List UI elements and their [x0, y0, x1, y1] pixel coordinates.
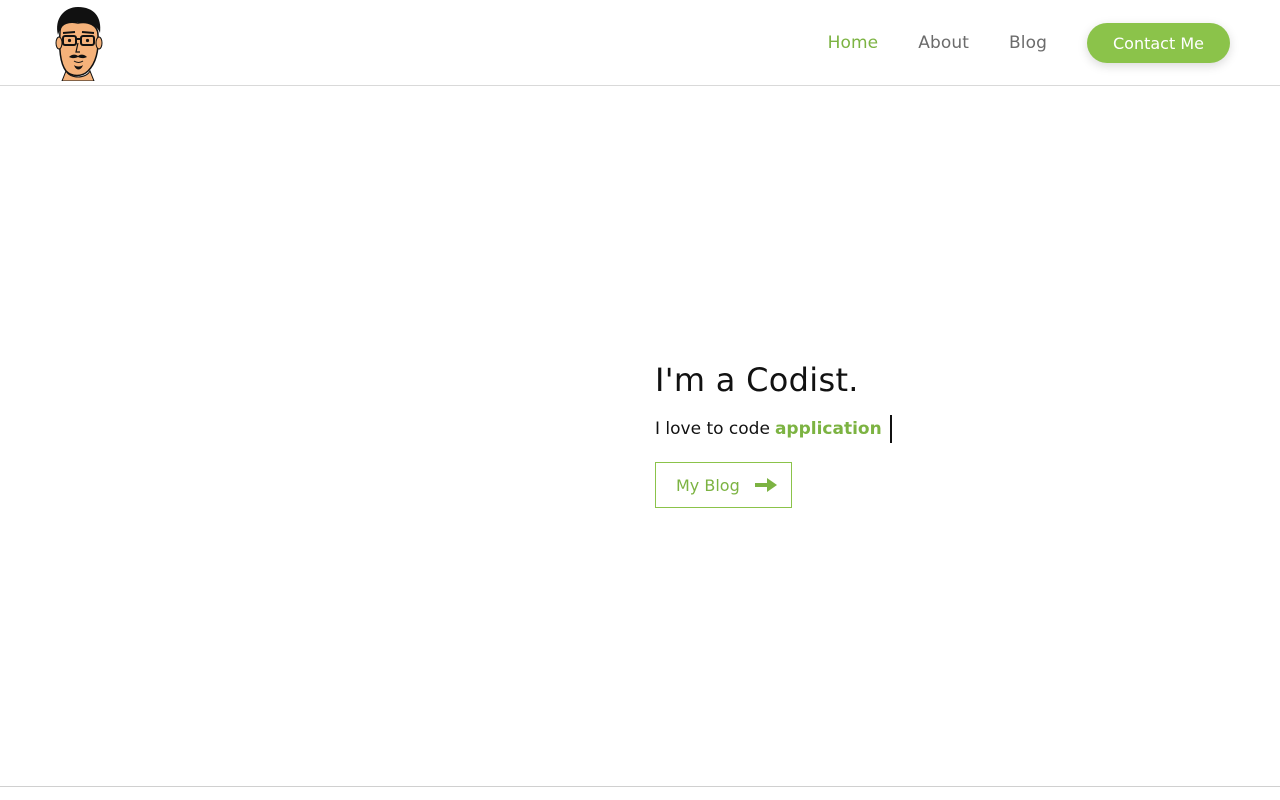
nav-link-blog[interactable]: Blog — [1009, 33, 1047, 53]
contact-me-button[interactable]: Contact Me — [1087, 23, 1230, 63]
hero-typed-word: application — [774, 419, 882, 439]
hero-section: I'm a Codist. I love to code application… — [655, 358, 892, 508]
nav-link-home[interactable]: Home — [828, 33, 879, 53]
logo-avatar-icon[interactable] — [50, 5, 106, 82]
typing-cursor — [889, 415, 892, 443]
hero-subtitle: I love to code application — [655, 414, 892, 444]
my-blog-button-label: My Blog — [676, 475, 740, 495]
main-nav: Home About Blog Contact Me — [828, 0, 1230, 86]
hero-title: I'm a Codist. — [655, 361, 859, 399]
arrow-right-icon — [754, 478, 777, 492]
nav-link-about[interactable]: About — [918, 33, 969, 53]
hero-subtitle-prefix: I love to code — [655, 419, 770, 439]
footer-divider — [0, 786, 1280, 787]
site-header: Home About Blog Contact Me — [0, 0, 1280, 86]
my-blog-button[interactable]: My Blog — [655, 462, 792, 508]
